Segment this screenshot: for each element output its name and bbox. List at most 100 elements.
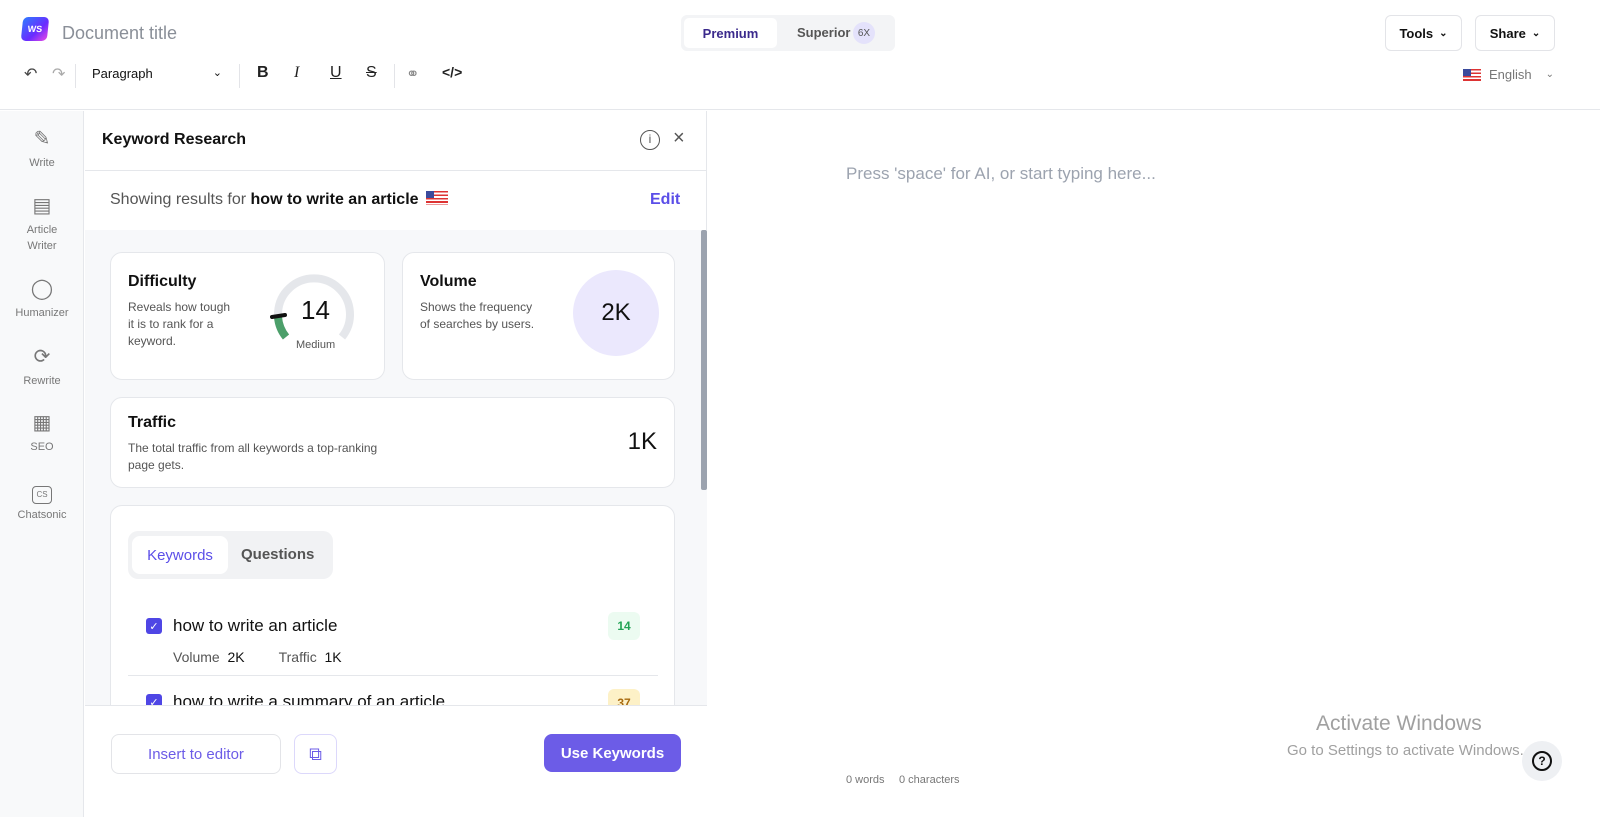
tools-label: Tools [1399,25,1434,41]
chevron-down-icon: ⌄ [1545,69,1555,80]
volume-value: 2K [573,270,659,356]
activation-watermark-title: Activate Windows [1316,712,1482,735]
keywords-card: Keywords Questions ✓ how to write an art… [110,505,675,705]
undo-icon[interactable]: ↶ [24,64,37,84]
difficulty-badge: 37 [608,689,640,705]
keyword-text: how to write a summary of an article [173,692,446,705]
block-format-value: Paragraph [92,66,153,81]
insert-to-editor-button[interactable]: Insert to editor [111,734,281,774]
help-icon: ? [1532,751,1552,771]
volume-value: 2K [227,649,245,665]
tab-keywords[interactable]: Keywords [132,536,228,574]
divider [239,64,240,88]
panel-footer: Insert to editor ⧉ Use Keywords [85,705,707,817]
difficulty-card: Difficulty Reveals how tough it is to ra… [110,252,385,380]
keyword-tabs: Keywords Questions [128,531,333,579]
redo-icon[interactable]: ↷ [52,64,65,84]
block-format-select[interactable]: Paragraph ⌄ [92,66,222,81]
close-icon[interactable]: × [673,127,685,150]
traffic-title: Traffic [128,414,177,431]
sidebar-item-label: Humanizer [15,307,69,319]
share-label: Share [1489,25,1526,41]
edit-link[interactable]: Edit [650,191,680,209]
use-keywords-button[interactable]: Use Keywords [544,734,681,772]
copy-icon[interactable]: ⧉ [294,734,337,774]
difficulty-value: 14 [301,295,330,325]
difficulty-title: Difficulty [128,273,197,290]
underline-icon[interactable]: U [330,64,342,82]
pencil-doc-icon: ✎ [33,128,51,150]
volume-label: Volume [173,649,220,665]
us-flag-icon [1463,68,1481,81]
gauge-needle [270,313,287,319]
info-icon[interactable]: i [640,130,660,150]
link-icon[interactable]: ⚭ [406,64,419,84]
top-bar: WS Document title Premium Superior 6X To… [0,0,1600,110]
writesonic-logo[interactable]: WS [20,17,50,41]
plan-switch: Premium Superior 6X [681,15,895,51]
chevron-down-icon: ⌄ [212,67,222,79]
sidebar: ✎ Write ▤ Article Writer ◯ Humanizer ⟳ Rewri… [0,111,84,817]
share-button[interactable]: Share ⌄ [1475,15,1555,51]
panel-content: Difficulty Reveals how tough it is to ra… [85,230,707,705]
volume-title: Volume [420,273,477,290]
traffic-label: Traffic [278,649,317,665]
traffic-desc: The total traffic from all keywords a to… [128,441,378,472]
article-icon: ▤ [32,195,52,217]
editor-placeholder[interactable]: Press 'space' for AI, or start typing he… [846,164,1156,184]
traffic-card: Traffic The total traffic from all keywo… [110,397,675,488]
scrollbar[interactable] [701,230,707,490]
superior-badge: 6X [853,22,875,44]
difficulty-desc: Reveals how tough it is to rank for a ke… [128,300,231,348]
character-count: 0 characters [899,774,960,786]
volume-card: Volume Shows the frequency of searches b… [402,252,675,380]
activation-watermark-sub: Go to Settings to activate Windows. [1287,742,1524,759]
help-button[interactable]: ? [1522,741,1562,781]
results-summary: Showing results for how to write an arti… [85,171,707,230]
keyword-checkbox[interactable]: ✓ [146,618,162,634]
language-select[interactable]: English ⌄ [1463,67,1554,82]
sidebar-item-label: Rewrite [23,375,61,387]
gauge-fill [274,316,290,340]
keyword-research-panel: Keyword Research i × Showing results for… [85,111,707,817]
italic-icon[interactable]: I [294,64,299,82]
keyword-text: how to write an article [173,616,338,635]
sidebar-item-label: Article Writer [26,224,58,252]
chart-window-icon: ▦ [32,412,52,434]
us-flag-icon [426,191,448,205]
premium-tab[interactable]: Premium [684,18,777,48]
difficulty-badge: 14 [608,612,640,640]
document-title-input[interactable]: Document title [62,23,177,44]
tools-button[interactable]: Tools ⌄ [1385,15,1462,51]
word-count: 0 words [846,774,885,786]
traffic-value: 1K [324,649,342,665]
sidebar-item-write[interactable]: ✎ Write [0,127,84,171]
sidebar-item-label: SEO [30,441,54,453]
strikethrough-icon[interactable]: S [366,64,377,82]
showing-prefix: Showing results for [110,191,251,208]
bold-icon[interactable]: B [257,64,269,82]
cs-icon: CS [0,479,84,504]
tab-questions[interactable]: Questions [241,546,314,563]
difficulty-level: Medium [296,339,336,351]
sidebar-item-humanizer[interactable]: ◯ Humanizer [0,277,84,321]
panel-header: Keyword Research i × [85,111,707,171]
refresh-icon: ⟳ [33,346,51,368]
sidebar-item-chatsonic[interactable]: CS Chatsonic [0,479,84,523]
chevron-down-icon: ⌄ [1531,27,1541,39]
query-text: how to write an article [250,191,419,208]
sidebar-item-rewrite[interactable]: ⟳ Rewrite [0,345,84,389]
sidebar-item-label: Chatsonic [17,509,67,521]
code-icon[interactable]: </> [442,64,462,80]
sidebar-item-seo[interactable]: ▦ SEO [0,411,84,455]
divider [128,675,658,676]
chevron-down-icon: ⌄ [1439,27,1448,39]
keyword-checkbox[interactable]: ✓ [146,694,162,705]
traffic-value: 1K [627,428,657,455]
divider [394,64,395,88]
superior-tab[interactable]: Superior [797,25,850,40]
language-value: English [1489,67,1532,82]
person-icon: ◯ [30,278,54,300]
sidebar-item-label: Write [29,157,55,169]
sidebar-item-article-writer[interactable]: ▤ Article Writer [0,194,84,254]
